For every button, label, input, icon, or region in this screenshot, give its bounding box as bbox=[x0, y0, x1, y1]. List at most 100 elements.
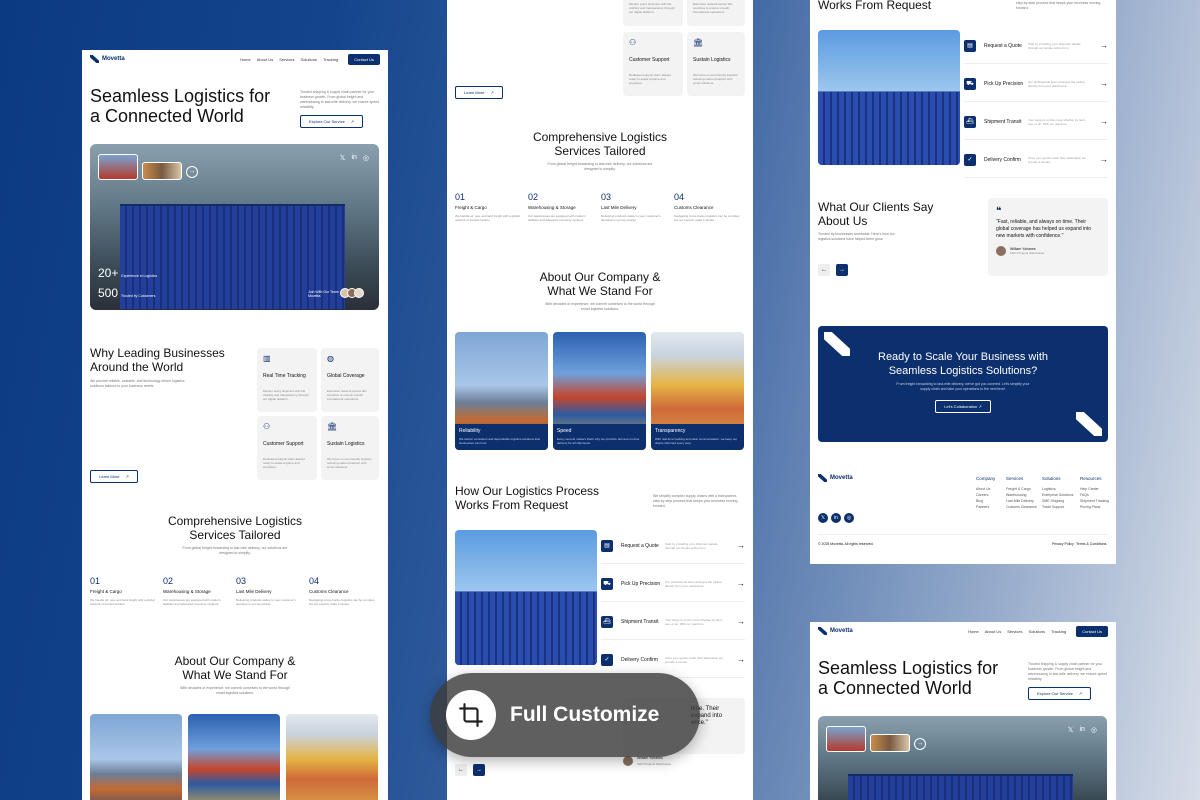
linkedin-icon[interactable]: in bbox=[1079, 726, 1084, 734]
feature-card-sustain: 🏛︎ Sustain Logistics We focus on eco-fri… bbox=[687, 32, 745, 96]
crane-photo bbox=[90, 714, 182, 800]
footer-col-services: Services Freight & Cargo Warehousing Last-M… bbox=[1006, 476, 1037, 509]
linkedin-icon[interactable]: in bbox=[351, 154, 356, 162]
footer-logo[interactable]: Movetta bbox=[818, 474, 853, 482]
feature-card-sustain: 🏛︎ Sustain Logistics We focus on eco-fri… bbox=[321, 416, 379, 480]
hero-desc: Trusted shipping & supply chain partner … bbox=[1028, 662, 1108, 681]
hero-desc: Trusted shipping & supply chain partner … bbox=[300, 90, 380, 109]
arrow-right-icon: → bbox=[1100, 41, 1108, 50]
process-title-line2: Works From Request bbox=[455, 498, 569, 512]
chat-icon: ▤ bbox=[601, 539, 613, 552]
hero-title-line2: a Connected World bbox=[90, 106, 244, 126]
cta-desc: From freight forwarding to last-mile del… bbox=[896, 382, 1030, 391]
building-icon: 🏛︎ bbox=[693, 38, 704, 47]
nav-solutions[interactable]: Solutions bbox=[301, 57, 317, 62]
x-social-icon[interactable]: 𝕏 bbox=[818, 513, 828, 523]
process-step-pickup[interactable]: ⛟ Pick Up Precision Our professional team … bbox=[964, 66, 1108, 102]
hero-image: → 𝕏 in ◎ bbox=[818, 716, 1107, 800]
contact-button[interactable]: Contact Us bbox=[348, 53, 380, 65]
navbar: Movetta Home About Us Services Solutions… bbox=[82, 50, 388, 68]
contact-button[interactable]: Contact Us bbox=[1076, 625, 1108, 637]
building-icon: 🏛︎ bbox=[327, 422, 338, 431]
nav-home[interactable]: Home bbox=[240, 57, 251, 62]
service-item: 01 Freight & Cargo We handle air, sea, and… bbox=[90, 576, 155, 606]
x-social-icon[interactable]: 𝕏 bbox=[340, 154, 346, 162]
nav-about[interactable]: About Us bbox=[985, 629, 1001, 634]
arrow-right-icon: → bbox=[1100, 117, 1108, 126]
process-step-transit[interactable]: ⛴ Shipment Transit Your cargo is on the mo… bbox=[601, 604, 745, 640]
collaboration-button[interactable]: Let's Collaboration ↗ bbox=[935, 400, 991, 413]
testimonial-desc: Trusted by businesses worldwide. Here's … bbox=[818, 232, 895, 241]
arrow-right-icon: → bbox=[737, 655, 745, 664]
process-step-quote[interactable]: ▤ Request a Quote Start by providing your … bbox=[964, 28, 1108, 64]
instagram-icon[interactable]: ◎ bbox=[844, 513, 854, 523]
chart-icon: ▥ bbox=[263, 354, 271, 363]
footer-col-company: Company About Us Careers Blog Partners bbox=[976, 476, 996, 509]
users-icon: ⚇ bbox=[263, 422, 271, 431]
thumb-1 bbox=[98, 154, 138, 180]
learn-more-button[interactable]: Learn More ↗ bbox=[90, 470, 138, 483]
nav-home[interactable]: Home bbox=[968, 629, 979, 634]
why-desc: We provide reliable, scalable, and techn… bbox=[90, 379, 185, 388]
testimonial-title-line2: About Us bbox=[818, 214, 868, 228]
container-sky-photo bbox=[818, 30, 960, 165]
nav-about[interactable]: About Us bbox=[257, 57, 273, 62]
ship-icon: ⛴ bbox=[601, 615, 613, 628]
arrow-icon: ↗ bbox=[490, 90, 494, 95]
nav-solutions[interactable]: Solutions bbox=[1029, 629, 1045, 634]
stat-experience: 20+ Experience in Logistics bbox=[98, 266, 158, 280]
arrow-right-icon: → bbox=[1100, 79, 1108, 88]
logo[interactable]: Movetta bbox=[90, 55, 125, 63]
process-title-line2: Works From Request bbox=[818, 0, 932, 12]
avatar bbox=[623, 756, 633, 766]
page-preview-4: Movetta Home About Us Services Solutions… bbox=[810, 622, 1116, 800]
why-title-line2: Around the World bbox=[90, 360, 184, 374]
services-title-line1: Comprehensive Logistics bbox=[532, 130, 668, 144]
service-item: 02 Warehousing & Storage Our warehouses ar… bbox=[163, 576, 221, 606]
prev-arrow-icon[interactable]: ← bbox=[455, 764, 467, 776]
nav-services[interactable]: Services bbox=[1007, 629, 1022, 634]
instagram-icon[interactable]: ◎ bbox=[1091, 726, 1097, 734]
stat-customers: 500 Trusted by Customers bbox=[98, 286, 156, 300]
avatar bbox=[354, 288, 364, 298]
nav-services[interactable]: Services bbox=[279, 57, 294, 62]
instagram-icon[interactable]: ◎ bbox=[363, 154, 369, 162]
quote-icon: ❝ bbox=[996, 206, 1002, 217]
process-step-transit[interactable]: ⛴ Shipment Transit Your cargo is on the mo… bbox=[964, 104, 1108, 140]
about-desc: With decades of experience, we commit ou… bbox=[180, 686, 290, 695]
explore-service-button[interactable]: Explore Our Service ↗ bbox=[300, 115, 364, 128]
services-title-line2: Services Tailored bbox=[189, 528, 281, 542]
next-arrow-icon[interactable]: → bbox=[186, 166, 198, 178]
next-arrow-icon[interactable]: → bbox=[914, 738, 926, 750]
x-social-icon[interactable]: 𝕏 bbox=[1068, 726, 1074, 734]
check-icon: ✓ bbox=[964, 153, 976, 166]
arrow-icon: ↗ bbox=[1078, 691, 1083, 696]
logo[interactable]: Movetta bbox=[818, 627, 853, 635]
next-arrow-icon[interactable]: → bbox=[473, 764, 485, 776]
linkedin-icon[interactable]: in bbox=[831, 513, 841, 523]
process-step-delivery[interactable]: ✓ Delivery Confirm Once your goods reach t… bbox=[964, 142, 1108, 178]
nav-tracking[interactable]: Tracking bbox=[1051, 629, 1066, 634]
next-arrow-icon[interactable]: → bbox=[836, 264, 848, 276]
cta-title-line2: Seamless Logistics Solutions? bbox=[888, 365, 1038, 377]
cta-title-line1: Ready to Scale Your Business with bbox=[878, 351, 1048, 363]
logo-mark-decor bbox=[1076, 412, 1102, 436]
process-step-quote[interactable]: ▤ Request a Quote Start by providing your … bbox=[601, 528, 745, 564]
process-step-pickup[interactable]: ⛟ Pick Up Precision Our professional team … bbox=[601, 566, 745, 602]
prev-arrow-icon[interactable]: ← bbox=[818, 264, 830, 276]
page-preview-3: Works From Request We simplify complex s… bbox=[810, 0, 1116, 564]
terms-link[interactable]: Terms & Conditions bbox=[1076, 542, 1106, 546]
service-item: 04 Customs Clearance Navigating cross-bord… bbox=[309, 576, 376, 606]
hero-title-line1: Seamless Logistics for bbox=[818, 658, 999, 678]
service-item: 02 Warehousing & Storage Our warehouses ar… bbox=[528, 192, 586, 222]
logo-mark-icon bbox=[818, 474, 827, 482]
privacy-link[interactable]: Privacy Policy bbox=[1052, 542, 1074, 546]
explore-service-button[interactable]: Explore Our Service ↗ bbox=[1028, 687, 1092, 700]
thumb-1 bbox=[826, 726, 866, 752]
feature-card-support: ⚇ Customer Support Dedicated support tea… bbox=[623, 32, 683, 96]
footer-col-solutions: Solutions Logistics Enterprise Solutions SM… bbox=[1042, 476, 1074, 509]
reviewer-role: CEO Projects Warehouse bbox=[637, 762, 672, 766]
service-item: 03 Last Mile Delivery Delivering products … bbox=[236, 576, 296, 606]
learn-more-button[interactable]: Learn More ↗ bbox=[455, 86, 503, 99]
nav-tracking[interactable]: Tracking bbox=[323, 57, 338, 62]
